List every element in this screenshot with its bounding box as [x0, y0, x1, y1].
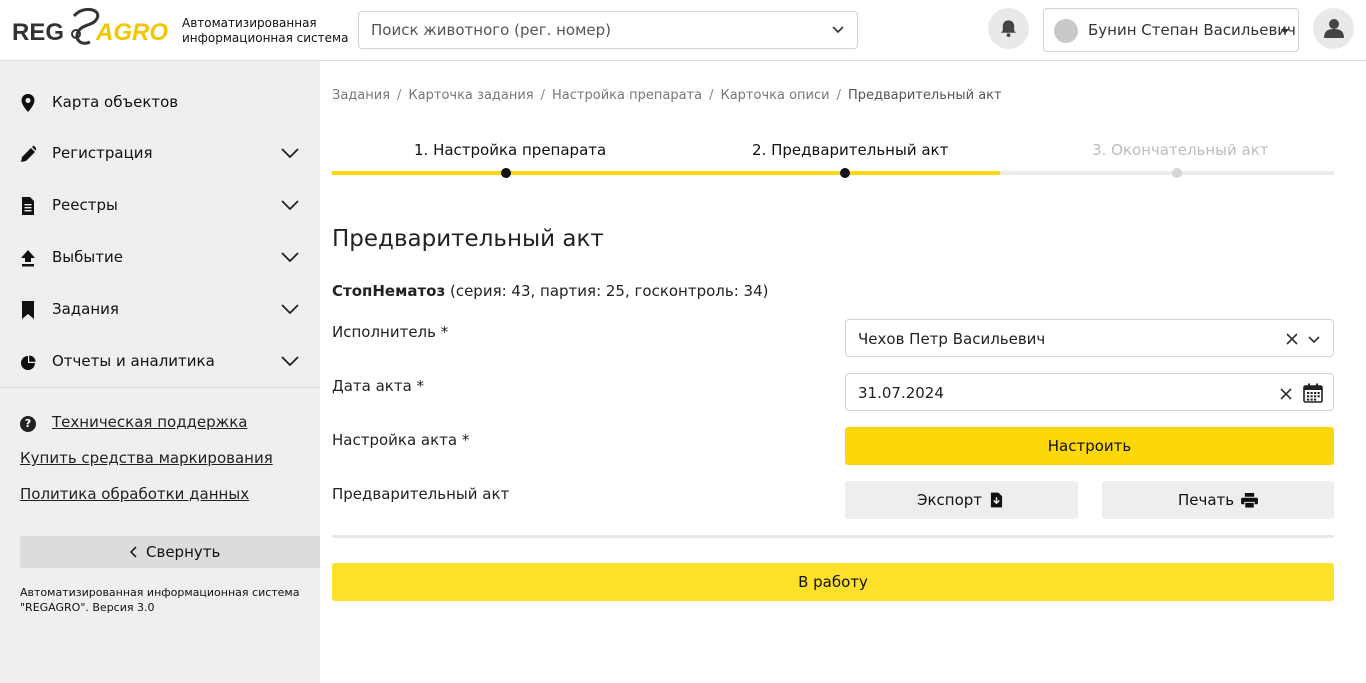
chevron-down-icon: [281, 200, 299, 211]
export-button[interactable]: Экспорт: [845, 481, 1078, 519]
date-label: Дата акта *: [332, 377, 425, 395]
executor-value: Чехов Петр Васильевич: [858, 330, 1046, 348]
sidebar-item-reports[interactable]: Отчеты и аналитика: [0, 340, 320, 384]
calendar-icon[interactable]: [1303, 383, 1323, 403]
clear-icon[interactable]: [1285, 332, 1299, 346]
user-icon: [1324, 19, 1344, 38]
sidebar-item-disposal[interactable]: Выбытие: [0, 236, 320, 280]
user-name: Бунин Степан Васильевич: [1088, 21, 1296, 39]
drug-info: СтопНематоз (серия: 43, партия: 25, госк…: [332, 282, 769, 300]
breadcrumb-separator: /: [397, 88, 402, 103]
breadcrumb-separator: /: [540, 88, 546, 103]
animal-search-select[interactable]: [358, 11, 858, 49]
breadcrumb-separator: /: [709, 88, 714, 103]
buy-marking-link[interactable]: Купить средства маркирования: [20, 449, 273, 467]
data-policy-link[interactable]: Политика обработки данных: [20, 485, 249, 503]
chevron-down-icon: [281, 252, 299, 263]
step-1-label[interactable]: 1. Настройка препарата: [414, 141, 606, 159]
pie-chart-icon: [21, 355, 36, 370]
bookmark-icon: [22, 301, 34, 319]
app-header: REG AGRO Автоматизированная информационн…: [0, 0, 1366, 61]
setup-label: Настройка акта *: [332, 431, 470, 449]
step-1-dot: [501, 168, 511, 178]
drug-details: (серия: 43, партия: 25, госконтроль: 34): [445, 282, 769, 300]
breadcrumb-item[interactable]: Карточка описи: [720, 88, 829, 103]
system-note-line1: Автоматизированная информационная систем…: [20, 586, 300, 599]
sidebar-item-label: Карта объектов: [52, 93, 179, 111]
chevron-down-icon[interactable]: [1307, 333, 1321, 347]
user-menu-dropdown[interactable]: Бунин Степан Васильевич: [1043, 8, 1299, 52]
upload-icon: [21, 250, 35, 267]
chevron-down-icon: [281, 148, 299, 159]
breadcrumb-item[interactable]: Настройка препарата: [552, 88, 702, 103]
sidebar-item-label: Выбытие: [52, 248, 123, 266]
system-version-note: Автоматизированная информационная систем…: [20, 585, 310, 615]
export-button-label: Экспорт: [917, 491, 983, 509]
print-button[interactable]: Печать: [1102, 481, 1334, 519]
svg-text:REG: REG: [12, 19, 64, 46]
clear-icon[interactable]: [1279, 387, 1293, 401]
avatar: [1054, 19, 1078, 43]
sidebar: Карта объектов Регистрация Реестры Выбыт…: [0, 61, 320, 683]
svg-text:AGRO: AGRO: [95, 19, 168, 46]
executor-select[interactable]: Чехов Петр Васильевич: [845, 319, 1334, 357]
drug-name: СтопНематоз: [332, 282, 446, 300]
sidebar-item-label: Задания: [52, 300, 119, 318]
system-name: Автоматизированная информационная систем…: [182, 16, 348, 46]
animal-search-input[interactable]: [371, 12, 811, 48]
sidebar-item-map[interactable]: Карта объектов: [0, 81, 320, 125]
breadcrumb-item[interactable]: Задания: [332, 88, 390, 103]
profile-button[interactable]: [1313, 8, 1354, 49]
date-field[interactable]: 31.07.2024: [845, 373, 1334, 411]
print-button-label: Печать: [1178, 491, 1235, 509]
support-link[interactable]: Техническая поддержка: [52, 413, 247, 431]
sidebar-item-label: Отчеты и аналитика: [52, 352, 215, 370]
setup-button-label: Настроить: [1047, 437, 1132, 455]
chevron-down-icon: [281, 356, 299, 367]
printer-icon: [1241, 493, 1258, 508]
step-3-label: 3. Окончательный акт: [1092, 141, 1269, 159]
collapse-label: Свернуть: [146, 543, 221, 561]
breadcrumb-separator: /: [836, 88, 841, 103]
divider: [332, 535, 1334, 538]
start-work-button-label: В работу: [798, 573, 868, 591]
executor-label: Исполнитель *: [332, 323, 449, 341]
preliminary-act-label: Предварительный акт: [332, 485, 510, 503]
date-value: 31.07.2024: [858, 384, 944, 402]
caret-down-icon: [1281, 29, 1289, 34]
document-icon: [22, 197, 34, 215]
sidebar-item-registration[interactable]: Регистрация: [0, 132, 320, 176]
sidebar-divider: [0, 387, 320, 388]
breadcrumb-current: Предварительный акт: [847, 88, 1002, 103]
breadcrumb: Задания / Карточка задания / Настройка препа…: [332, 88, 1002, 103]
step-2-label[interactable]: 2. Предварительный акт: [752, 141, 948, 159]
chevron-left-icon: [129, 546, 137, 558]
system-name-line2: информационная система: [182, 31, 349, 45]
stepper-progress: [332, 171, 1000, 175]
sidebar-item-label: Регистрация: [52, 144, 153, 162]
sidebar-item-label: Реестры: [52, 196, 118, 214]
chevron-down-icon: [281, 304, 299, 315]
system-name-line1: Автоматизированная: [182, 16, 317, 30]
pencil-icon: [21, 145, 36, 162]
system-note-line2: "REGAGRO". Версия 3.0: [20, 601, 155, 614]
step-2-dot: [840, 168, 850, 178]
bell-icon: [1000, 20, 1017, 38]
sidebar-item-tasks[interactable]: Задания: [0, 288, 320, 332]
start-work-button[interactable]: В работу: [332, 563, 1334, 601]
question-circle-icon: ?: [20, 416, 36, 432]
step-3-dot: [1172, 168, 1182, 178]
breadcrumb-item[interactable]: Карточка задания: [408, 88, 533, 103]
file-download-icon: [990, 492, 1003, 508]
regagro-logo[interactable]: REG AGRO: [12, 6, 172, 54]
collapse-sidebar-button[interactable]: Свернуть: [20, 536, 320, 568]
sidebar-item-registries[interactable]: Реестры: [0, 184, 320, 228]
page-title: Предварительный акт: [332, 226, 604, 252]
notifications-button[interactable]: [988, 8, 1029, 49]
setup-button[interactable]: Настроить: [845, 427, 1334, 465]
chevron-down-icon[interactable]: [831, 23, 845, 37]
map-marker-icon: [21, 94, 35, 112]
